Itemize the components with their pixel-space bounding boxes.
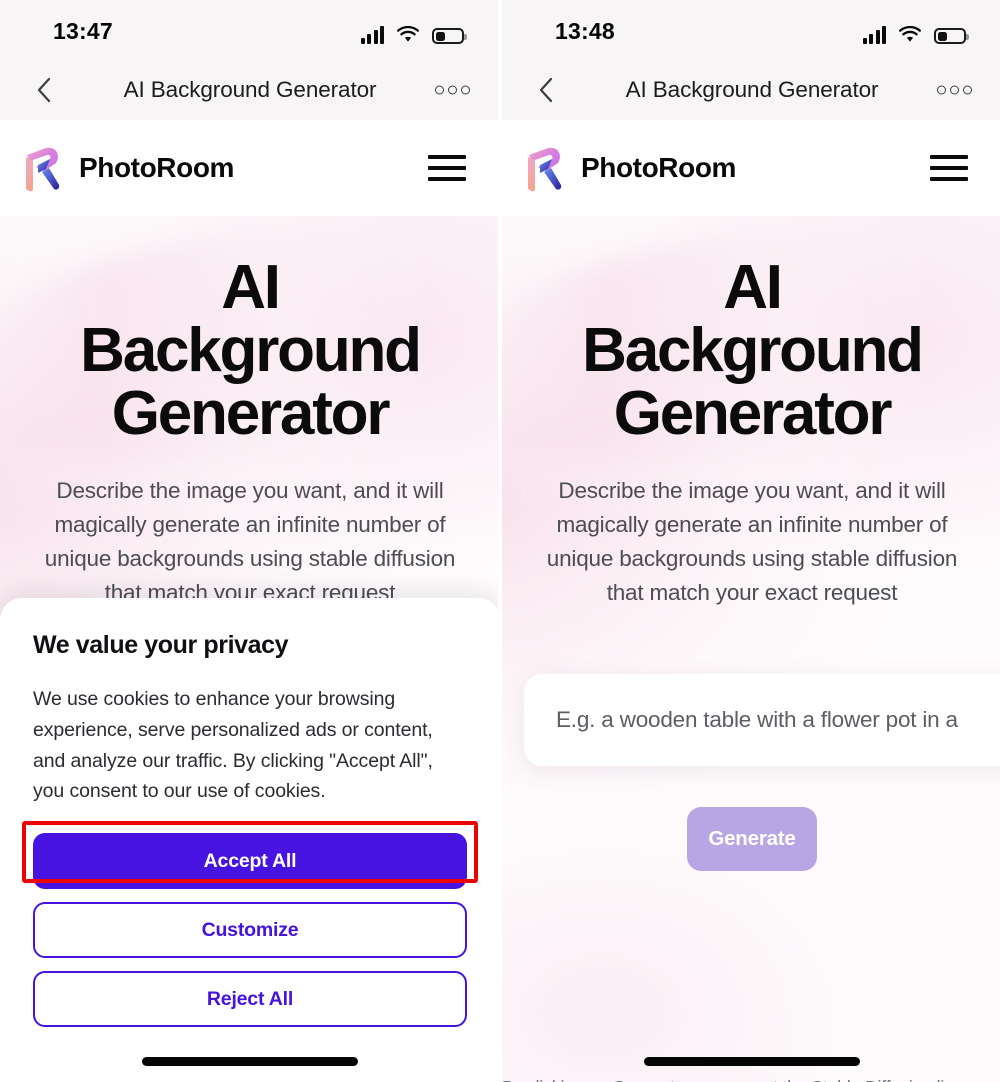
- more-options-icon[interactable]: [435, 85, 470, 95]
- stable-diffusion-license-link[interactable]: Stable Diffusion license: [811, 1077, 990, 1082]
- hero-title-line-2: Background: [80, 316, 422, 386]
- hero-subtitle: Describe the image you want, and it will…: [44, 477, 456, 606]
- photoroom-logo-icon: [518, 143, 566, 193]
- hamburger-menu-icon[interactable]: [428, 155, 466, 181]
- customize-button[interactable]: Customize: [33, 902, 467, 959]
- status-time: 13:47: [53, 18, 113, 44]
- chevron-left-icon[interactable]: [32, 75, 58, 105]
- cellular-signal-icon: [862, 26, 886, 44]
- brand[interactable]: PhotoRoom: [16, 143, 234, 193]
- status-icons: [360, 20, 467, 44]
- cookie-modal-body: We use cookies to enhance your browsing …: [33, 688, 433, 803]
- brand-name: PhotoRoom: [79, 152, 235, 183]
- prompt-input-field[interactable]: E.g. a wooden table with a flower pot in…: [524, 674, 1000, 766]
- home-indicator: [644, 1057, 860, 1066]
- reject-all-button[interactable]: Reject All: [33, 971, 467, 1028]
- status-time: 13:48: [555, 18, 615, 44]
- panel-divider: [498, 0, 502, 1082]
- phone-screenshot-right: 13:48 AI Background Generator PhotoRoom …: [500, 0, 1000, 1082]
- battery-low-icon: [432, 28, 467, 44]
- cookie-modal-actions: Accept All Customize Reject All: [33, 833, 467, 1028]
- nav-title: AI Background Generator: [625, 77, 879, 102]
- hero-title-line-2: Background: [582, 316, 924, 386]
- wifi-icon: [396, 26, 420, 44]
- more-options-icon[interactable]: [937, 85, 972, 95]
- hero-subtitle: Describe the image you want, and it will…: [546, 477, 958, 606]
- chevron-left-icon[interactable]: [534, 75, 560, 105]
- page-title: AI Background Generator: [30, 256, 470, 446]
- app-nav-bar: AI Background Generator: [502, 60, 1000, 120]
- brand[interactable]: PhotoRoom: [518, 143, 736, 193]
- hero-title-line-3: Generator: [613, 379, 893, 449]
- cookie-modal-title: We value your privacy: [33, 631, 289, 659]
- accept-all-button[interactable]: Accept All: [33, 833, 467, 890]
- prompt-placeholder: E.g. a wooden table with a flower pot in…: [556, 707, 958, 732]
- hero-title-line-3: Generator: [111, 379, 391, 449]
- page-title: AI Background Generator: [532, 256, 972, 446]
- phone-screenshot-left: 13:47 AI Background Generator PhotoRoom …: [0, 0, 500, 1082]
- legal-notice: By clicking on Generate, you accept the …: [502, 1077, 1000, 1082]
- hero-title-line-1: AI: [221, 253, 281, 322]
- battery-low-icon: [934, 28, 969, 44]
- hero-title-line-1: AI: [723, 253, 783, 322]
- hamburger-menu-icon[interactable]: [930, 155, 968, 181]
- status-icons: [862, 20, 969, 44]
- site-header: PhotoRoom: [502, 120, 1000, 216]
- photoroom-logo-icon: [16, 143, 64, 193]
- wifi-icon: [898, 26, 922, 44]
- hero-section: AI Background Generator Describe the ima…: [500, 193, 1000, 1082]
- app-nav-bar: AI Background Generator: [0, 60, 500, 120]
- status-bar: 13:48: [502, 0, 1000, 60]
- cookie-consent-modal: We value your privacy We use cookies to …: [0, 598, 500, 1082]
- site-header: PhotoRoom: [0, 120, 500, 216]
- nav-title: AI Background Generator: [123, 77, 377, 102]
- cellular-signal-icon: [360, 26, 384, 44]
- status-bar: 13:47: [0, 0, 500, 60]
- brand-name: PhotoRoom: [581, 152, 737, 183]
- home-indicator: [142, 1057, 358, 1066]
- screenshot-stage: 13:47 AI Background Generator PhotoRoom …: [0, 0, 1000, 1082]
- legal-prefix: By clicking on Generate, you accept the: [502, 1077, 811, 1082]
- generate-button[interactable]: Generate: [687, 807, 817, 871]
